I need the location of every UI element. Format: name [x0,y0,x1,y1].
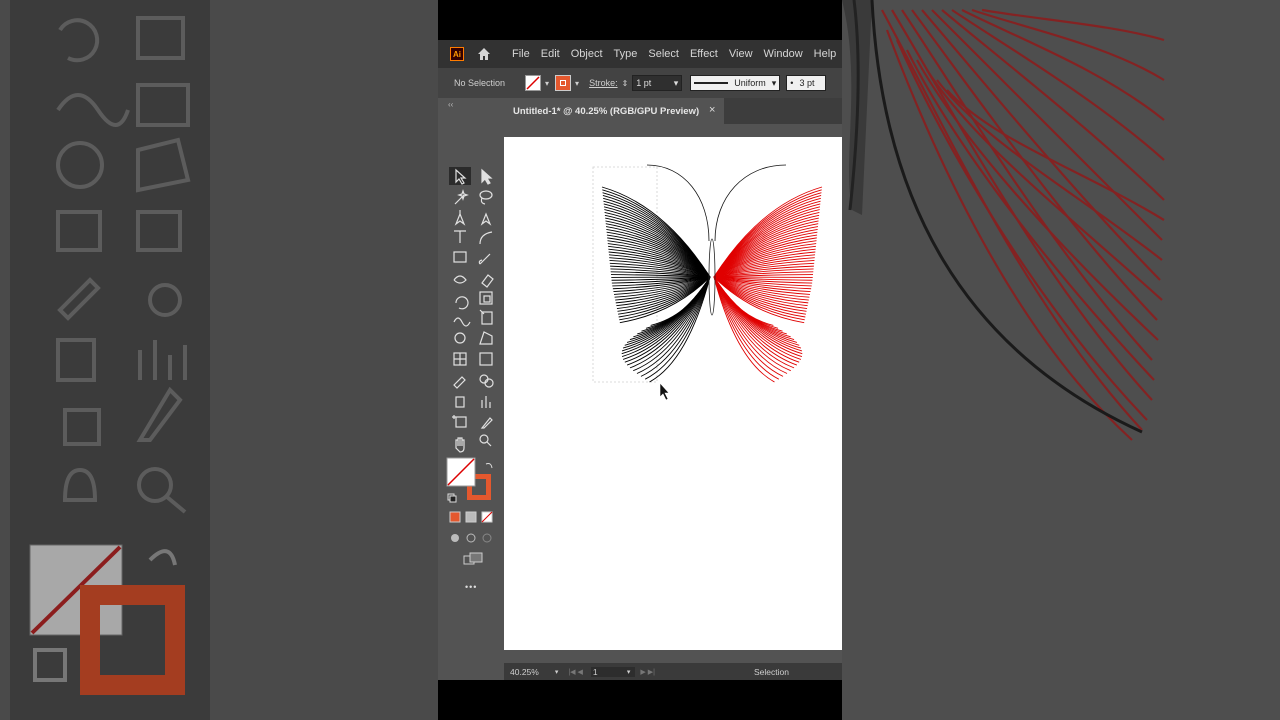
status-mode[interactable]: Selection [754,667,789,677]
stroke-color-control[interactable]: ▾ [555,75,583,91]
stepper-icon[interactable]: ⇕ [622,79,629,88]
stroke-weight-value: 1 pt [636,78,652,88]
illustrator-window: Ai File Edit Object Type Select Effect V… [438,40,842,680]
left-wing[interactable] [601,186,711,383]
background-wing-zoom [842,0,1165,441]
tools-panel: ‹‹ ••• [444,98,502,618]
canvas-area [504,124,842,650]
zoom-level[interactable]: 40.25% [510,667,539,677]
menu-help[interactable]: Help [814,48,837,60]
background-zoom-left [0,0,438,720]
close-tab-icon[interactable]: × [709,104,715,116]
chevron-down-icon[interactable]: ▾ [772,78,777,89]
mouse-cursor [659,382,670,401]
menu-file[interactable]: File [512,48,530,60]
selection-status: No Selection [454,78,506,88]
menu-type[interactable]: Type [614,48,638,60]
status-bar: 40.25% ▾ |◀ ◀ 1 ▾ ▶ ▶| Selection [504,663,842,680]
stroke-weight-field[interactable]: 1 pt ▾ [632,75,683,91]
stroke-profile-line [694,82,729,84]
butterfly-artwork[interactable] [504,137,842,650]
right-wing[interactable] [713,186,823,383]
artboard-number: 1 [592,666,598,677]
brush-size-value: 3 pt [799,78,815,88]
menu-view[interactable]: View [729,48,753,60]
brush-size-field[interactable]: • 3 pt [786,75,827,91]
app-logo: Ai [450,47,464,61]
left-antenna[interactable] [646,164,710,242]
tool-icons [446,167,494,565]
background-tool-icons [29,16,191,695]
artboard[interactable] [504,137,842,650]
stroke-profile-value: Uniform [734,78,766,88]
screen: Ai File Edit Object Type Select Effect V… [0,0,1280,720]
none-slash-icon [526,76,540,90]
chevron-down-icon[interactable]: ▾ [555,668,559,676]
control-bar: No Selection ▾ ▾ Stroke: ⇕ 1 pt ▾ Uniform [438,68,842,98]
first-artboard-icon[interactable]: |◀ ◀ [568,668,583,676]
fill-control[interactable]: ▾ [525,75,553,91]
collapse-panel-icon[interactable]: ‹‹ [448,100,453,109]
menu-effect[interactable]: Effect [690,48,718,60]
background-zoom-right [842,0,1280,720]
chevron-down-icon[interactable]: ▾ [545,79,549,88]
document-tab[interactable]: Untitled-1* @ 40.25% (RGB/GPU Preview) [504,98,724,124]
last-artboard-icon[interactable]: ▶ ▶| [640,668,655,676]
menu-select[interactable]: Select [648,48,679,60]
document-tab-bar: Untitled-1* @ 40.25% (RGB/GPU Preview) × [504,98,842,124]
background-toolstrip [10,0,210,720]
chevron-down-icon[interactable]: ▾ [674,78,679,89]
edit-toolbar-button[interactable]: ••• [465,582,477,592]
menu-object[interactable]: Object [571,48,603,60]
menu-edit[interactable]: Edit [541,48,560,60]
document-tab-title: Untitled-1* @ 40.25% (RGB/GPU Preview) [513,105,700,117]
stroke-swatch[interactable] [555,75,572,91]
chevron-down-icon[interactable]: ▾ [627,668,631,676]
stroke-profile-select[interactable]: Uniform ▾ [690,75,781,91]
menu-bar: Ai File Edit Object Type Select Effect V… [438,40,842,68]
menu-window[interactable]: Window [764,48,803,60]
fill-swatch[interactable] [525,75,542,91]
home-icon[interactable] [476,46,492,62]
stroke-label[interactable]: Stroke: [589,78,618,88]
chevron-down-icon[interactable]: ▾ [575,79,579,88]
